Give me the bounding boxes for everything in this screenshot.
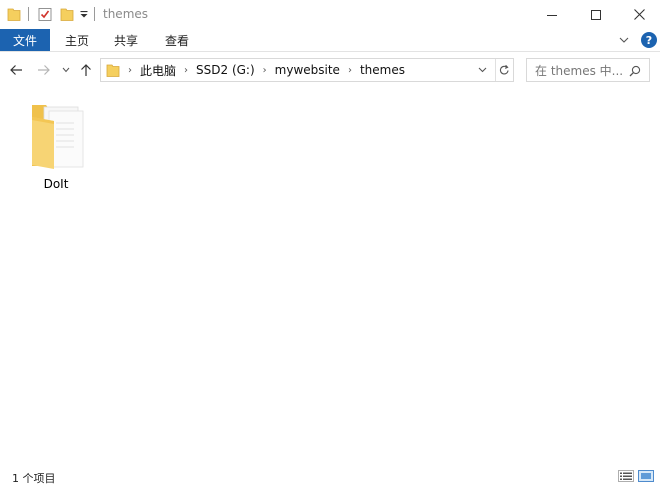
maximize-button[interactable]	[573, 0, 619, 29]
breadcrumb-mywebsite[interactable]: mywebsite	[275, 63, 340, 77]
back-arrow-icon[interactable]	[8, 62, 24, 78]
tab-view[interactable]: 查看	[156, 29, 198, 51]
details-view-icon[interactable]	[618, 470, 634, 482]
minimize-button[interactable]	[529, 0, 575, 29]
maximize-icon	[591, 9, 601, 20]
chevron-right-icon[interactable]: ›	[128, 65, 132, 76]
tab-home[interactable]: 主页	[56, 29, 98, 51]
expand-ribbon-icon[interactable]	[619, 36, 629, 44]
refresh-icon	[499, 64, 509, 75]
close-icon	[633, 9, 645, 20]
item-count: 1 个项目	[12, 472, 56, 485]
tab-share[interactable]: 共享	[105, 29, 147, 51]
separator	[94, 7, 95, 21]
search-box[interactable]: 在 themes 中...	[526, 58, 650, 82]
file-list-area[interactable]: DoIt	[0, 86, 660, 458]
breadcrumb-this-pc[interactable]: 此电脑	[140, 62, 176, 79]
search-placeholder: 在 themes 中...	[535, 63, 624, 78]
ribbon-right-controls: ?	[619, 29, 660, 51]
address-history-chevron-icon[interactable]	[475, 63, 489, 77]
chevron-right-icon[interactable]: ›	[348, 65, 352, 76]
minimize-icon	[547, 14, 557, 16]
chevron-right-icon[interactable]: ›	[263, 65, 267, 76]
window-title: themes	[103, 7, 149, 21]
up-arrow-icon[interactable]	[78, 62, 94, 78]
ribbon-tabs: 文件 主页 共享 查看 ?	[0, 29, 660, 52]
status-bar: 1 个项目	[0, 463, 660, 485]
tab-file[interactable]: 文件	[0, 29, 50, 51]
customize-quick-access-dropdown-icon[interactable]	[78, 6, 90, 22]
search-icon[interactable]	[629, 65, 641, 77]
properties-icon[interactable]	[37, 6, 53, 22]
folder-item[interactable]: DoIt	[22, 99, 90, 191]
navigation-bar: › 此电脑 › SSD2 (G:) › mywebsite › themes 在…	[0, 53, 660, 86]
folder-name: DoIt	[43, 177, 69, 191]
breadcrumb-themes[interactable]: themes	[360, 63, 405, 77]
large-icons-view-icon[interactable]	[638, 470, 654, 482]
refresh-button[interactable]	[495, 59, 513, 81]
folder-icon	[6, 6, 22, 22]
forward-arrow-icon[interactable]	[36, 62, 52, 78]
help-button[interactable]: ?	[641, 32, 657, 48]
recent-locations-chevron-icon[interactable]	[60, 62, 72, 78]
breadcrumb-drive[interactable]: SSD2 (G:)	[196, 63, 255, 77]
folder-icon	[32, 105, 84, 169]
new-folder-icon[interactable]	[59, 6, 75, 22]
title-bar: themes	[0, 0, 660, 29]
separator	[28, 7, 29, 21]
folder-icon	[106, 64, 120, 77]
close-button[interactable]	[616, 0, 660, 29]
chevron-right-icon[interactable]: ›	[184, 65, 188, 76]
address-bar[interactable]: › 此电脑 › SSD2 (G:) › mywebsite › themes	[100, 58, 514, 82]
